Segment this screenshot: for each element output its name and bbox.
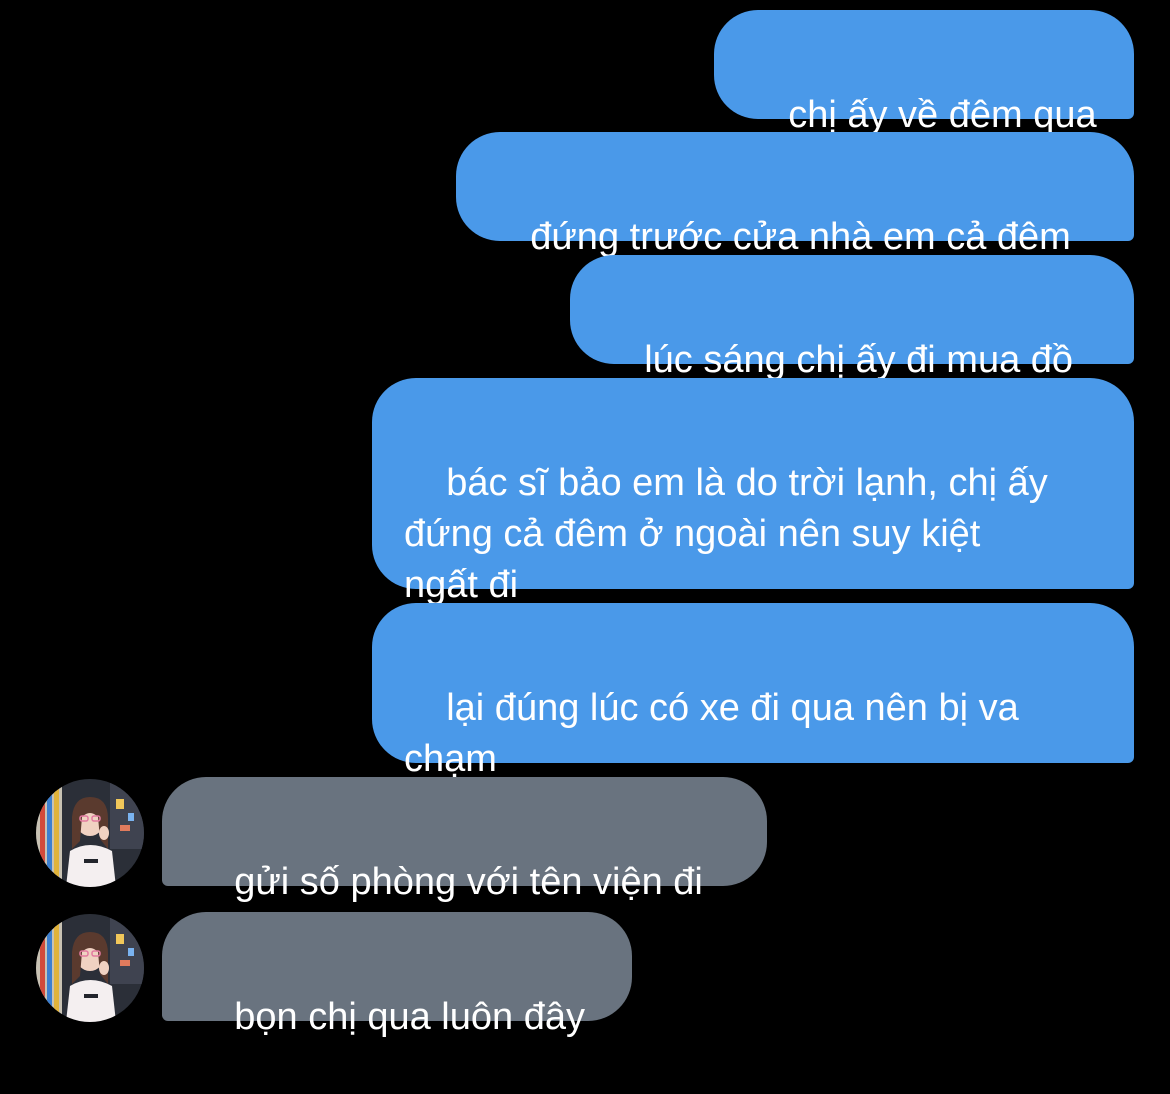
received-message-bubble[interactable]: bọn chị qua luôn đây xyxy=(162,912,632,1038)
sent-message-bubble[interactable]: bác sĩ bảo em là do trời lạnh, chị ấy đứ… xyxy=(372,378,1134,606)
sent-message-bubble[interactable]: chị ấy về đêm qua xyxy=(714,10,1134,136)
received-message-bubble[interactable]: gửi số phòng với tên viện đi xyxy=(162,777,767,903)
contact-avatar-icon[interactable] xyxy=(36,914,144,1022)
sent-message-bubble[interactable]: lúc sáng chị ấy đi mua đồ xyxy=(570,255,1134,381)
message-text: lúc sáng chị ấy đi mua đồ xyxy=(644,339,1074,381)
message-text: gửi số phòng với tên viện đi xyxy=(234,861,703,903)
message-thread: chị ấy về đêm qua đứng trước cửa nhà em … xyxy=(0,0,1170,1041)
message-text: bọn chị qua luôn đây xyxy=(234,996,585,1038)
message-text: bác sĩ bảo em là do trời lạnh, chị ấy đứ… xyxy=(404,462,1048,606)
message-text: chị ấy về đêm qua xyxy=(788,94,1097,136)
sent-message-bubble[interactable]: lại đúng lúc có xe đi qua nên bị va chạm xyxy=(372,603,1134,780)
avatar-photo xyxy=(36,914,144,1022)
avatar-photo xyxy=(36,779,144,887)
sent-message-bubble[interactable]: đứng trước cửa nhà em cả đêm xyxy=(456,132,1134,258)
contact-avatar-icon[interactable] xyxy=(36,779,144,887)
message-text: đứng trước cửa nhà em cả đêm xyxy=(530,216,1071,258)
message-text: lại đúng lúc có xe đi qua nên bị va chạm xyxy=(404,687,1019,780)
